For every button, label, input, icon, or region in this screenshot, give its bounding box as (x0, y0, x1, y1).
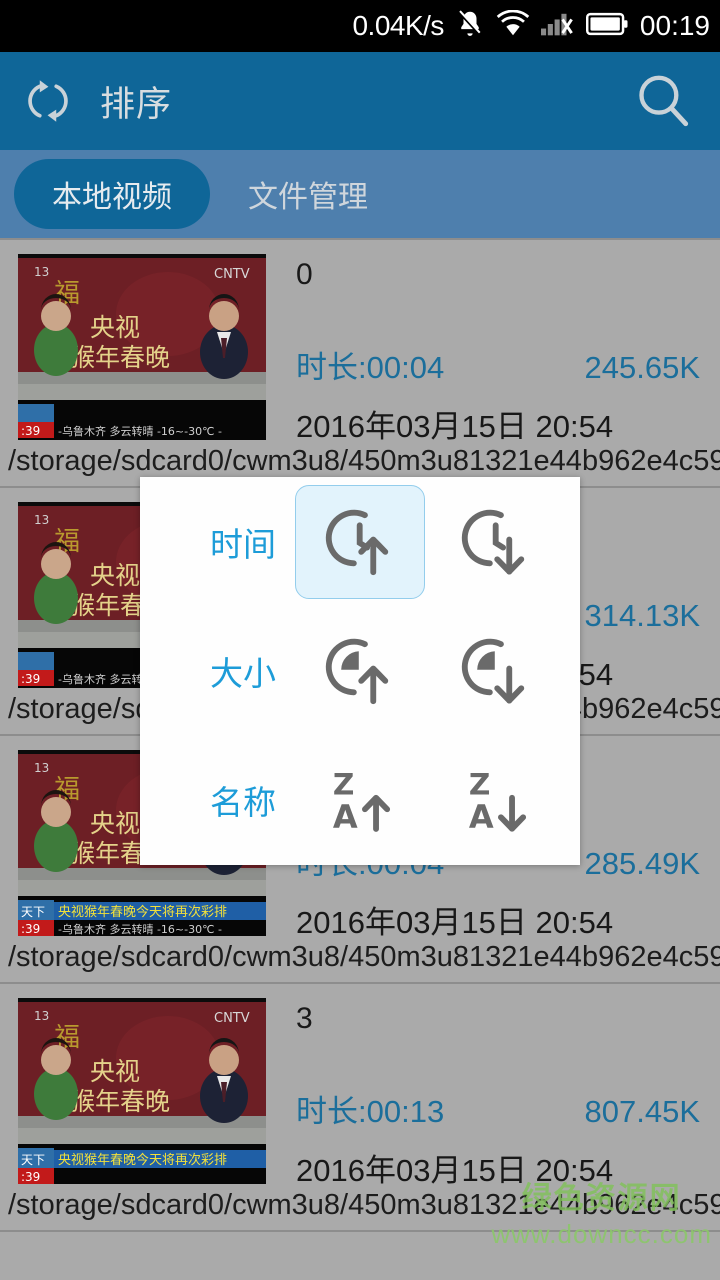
sort-size-descending-button[interactable] (431, 614, 561, 728)
sort-time-descending-button[interactable] (431, 485, 561, 599)
svg-text:天下: 天下 (21, 905, 45, 919)
sort-name-ascending-button[interactable]: Z A (295, 743, 425, 857)
svg-text:央视: 央视 (90, 1057, 140, 1086)
svg-text:A: A (333, 798, 358, 836)
refresh-sort-icon[interactable] (22, 75, 74, 127)
svg-text::39: :39 (21, 672, 40, 686)
svg-text::39: :39 (21, 922, 40, 936)
video-size: 285.49K (584, 846, 701, 881)
sort-dialog: 时间 大小 名称 Z A Z A (140, 477, 580, 865)
video-size: 314.13K (584, 598, 701, 633)
svg-text:猴年春晚: 猴年春晚 (70, 343, 170, 372)
video-path: /storage/sdcard0/cwm3u8/450m3u81321e44b9… (8, 1189, 720, 1221)
video-duration: 时长:00:13 (296, 1094, 445, 1129)
clock-arrow-down-icon (459, 505, 533, 579)
svg-text:央视猴年春晚今天将再次彩排: 央视猴年春晚今天将再次彩排 (58, 1152, 227, 1168)
svg-text:-乌鲁木齐 多云转晴 -16~-30℃ -: -乌鲁木齐 多云转晴 -16~-30℃ - (58, 424, 222, 438)
za-arrow-down-icon: Z A (459, 763, 533, 837)
pie-arrow-down-icon (459, 634, 533, 708)
tab-file-manager[interactable]: 文件管理 (210, 159, 406, 229)
svg-text:13: 13 (34, 513, 49, 527)
svg-text:央视: 央视 (90, 561, 140, 590)
video-date: 2016年03月15日 20:54 (296, 409, 614, 444)
video-duration: 时长:00:04 (296, 350, 445, 385)
svg-text:A: A (469, 798, 494, 836)
page-title: 排序 (100, 84, 173, 124)
tab-local-video[interactable]: 本地视频 (14, 159, 210, 229)
list-item[interactable]: 福 央视 猴年春晚 :39 -乌鲁 (0, 240, 720, 488)
wifi-icon (496, 9, 530, 43)
video-thumbnail: 福 央视 猴年春晚 央视猴年春晚今天将再次彩排 (18, 998, 266, 1184)
svg-text:央视猴年春晚今天将再次彩排: 央视猴年春晚今天将再次彩排 (58, 904, 227, 920)
video-stats-row: 时长:00:04 245.65K (296, 342, 710, 387)
search-icon[interactable] (634, 72, 692, 130)
status-clock: 00:19 (639, 10, 710, 41)
svg-text:央视: 央视 (90, 313, 140, 342)
list-item[interactable]: 福 央视 猴年春晚 央视猴年春晚今天将再次彩排 (0, 984, 720, 1232)
sort-time-ascending-button[interactable] (295, 484, 425, 599)
svg-text:13: 13 (34, 761, 49, 775)
video-size: 807.45K (584, 1094, 701, 1129)
za-arrow-up-icon: Z A (323, 763, 397, 837)
video-thumbnail: 福 央视 猴年春晚 :39 -乌鲁 (18, 254, 266, 440)
svg-text:13: 13 (34, 265, 49, 279)
app-bar: 排序 (0, 52, 720, 150)
video-stats-row: 时长:00:13 807.45K (296, 1086, 710, 1131)
video-date: 2016年03月15日 20:54 (296, 905, 614, 940)
phone-screen: 0.04K/s 00:19 排序 本地视频 文件管理 福 央视 猴年春晚:39… (0, 0, 720, 1280)
sort-label-size: 大小 (210, 654, 276, 692)
sort-size-ascending-button[interactable] (295, 614, 425, 728)
battery-icon (585, 11, 628, 42)
video-name: 0 (296, 258, 313, 291)
network-speed-text: 0.04K/s (352, 10, 444, 41)
tab-bar: 本地视频 文件管理 (0, 150, 720, 240)
pie-arrow-up-icon (323, 634, 397, 708)
video-path: /storage/sdcard0/cwm3u8/450m3u81321e44b9… (8, 941, 720, 973)
svg-text:央视: 央视 (90, 809, 140, 838)
sort-label-time: 时间 (210, 525, 276, 563)
video-name: 3 (296, 1002, 313, 1035)
svg-text:Z: Z (333, 768, 354, 802)
status-bar: 0.04K/s 00:19 (0, 0, 720, 52)
svg-text:CNTV: CNTV (214, 1011, 250, 1026)
video-date: 2016年03月15日 20:54 (296, 1153, 614, 1188)
svg-text:猴年春晚: 猴年春晚 (70, 1087, 170, 1116)
clock-arrow-up-icon (323, 505, 397, 579)
svg-text:13: 13 (34, 1009, 49, 1023)
video-size: 245.65K (584, 350, 701, 385)
sort-name-descending-button[interactable]: Z A (431, 743, 561, 857)
svg-text:CNTV: CNTV (214, 267, 250, 282)
svg-text:-乌鲁木齐 多云转晴 -16~-30℃ -: -乌鲁木齐 多云转晴 -16~-30℃ - (58, 922, 222, 936)
signal-no-service-icon (540, 10, 575, 43)
svg-text::39: :39 (21, 1170, 40, 1184)
mute-bell-icon (455, 8, 485, 45)
video-path: /storage/sdcard0/cwm3u8/450m3u81321e44b9… (8, 445, 720, 477)
sort-label-name: 名称 (210, 784, 276, 822)
svg-text::39: :39 (21, 424, 40, 438)
svg-text:天下: 天下 (21, 1153, 45, 1167)
svg-text:Z: Z (469, 768, 490, 802)
